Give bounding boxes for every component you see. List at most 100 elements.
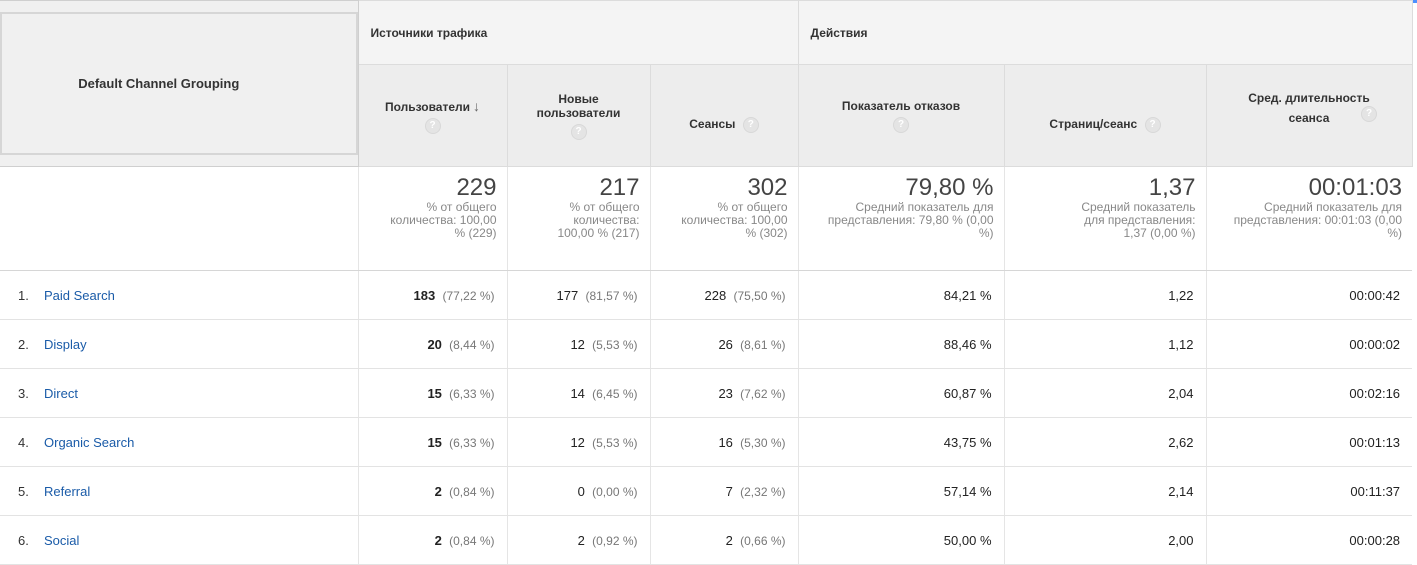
channel-link[interactable]: Organic Search: [44, 435, 134, 450]
sessions-percent: (7,62 %): [740, 386, 786, 401]
bounce-rate-cell: 84,21 %: [797, 270, 1004, 320]
table-row: 2. Display 20 (8,44 %) 12 (5,53 %) 26 (8,61 …: [0, 319, 1413, 369]
sessions-percent: (0,66 %): [740, 533, 786, 548]
help-icon[interactable]: ?: [893, 116, 909, 133]
users-cell: 15 (6,33 %): [357, 417, 507, 467]
report-table: Default Channel Grouping Источники трафи…: [0, 0, 1413, 565]
new-users-value: 0: [577, 483, 585, 499]
users-value: 20: [427, 336, 442, 352]
metric-header-sessions[interactable]: Сеансы ?: [649, 64, 799, 167]
help-icon[interactable]: ?: [1144, 116, 1161, 133]
pages-per-session-cell: 2,00: [1003, 515, 1206, 565]
totals-label-cell: [0, 166, 358, 271]
avg-session-duration-cell: 00:00:02: [1205, 319, 1413, 369]
sort-arrow-icon[interactable]: ↓: [473, 98, 480, 114]
group-header-traffic: Источники трафика: [357, 0, 799, 65]
users-percent: (0,84 %): [449, 484, 495, 499]
sessions-value: 2: [725, 532, 733, 548]
row-index: 2.: [18, 336, 29, 352]
table-row: 1. Paid Search 183 (77,22 %) 177 (81,57 %) 2…: [0, 270, 1413, 320]
users-value: 2: [434, 532, 442, 548]
table-row: 3. Direct 15 (6,33 %) 14 (6,45 %) 23 (7,62 %…: [0, 368, 1413, 418]
sessions-value: 23: [718, 385, 733, 401]
avg-session-duration-cell: 00:01:13: [1205, 417, 1413, 467]
avg-session-duration-cell: 00:00:28: [1205, 515, 1413, 565]
avg-session-duration-cell: 00:02:16: [1205, 368, 1413, 418]
metric-header-avg-session-duration[interactable]: Сред. длительность сеанса ?: [1205, 64, 1413, 167]
row-index: 3.: [18, 385, 29, 401]
totals-new-users: 217% от общего количества: 100,00 % (217…: [506, 166, 650, 271]
sessions-percent: (2,32 %): [740, 484, 786, 499]
users-percent: (77,22 %): [442, 288, 495, 303]
bounce-rate-cell: 88,46 %: [797, 319, 1004, 369]
channel-cell: 1. Paid Search: [0, 270, 358, 320]
metric-header-new-users[interactable]: Новые пользователи ?: [506, 64, 651, 167]
users-value: 2: [434, 483, 442, 499]
metric-header-bounce-rate[interactable]: Показатель отказов ?: [797, 64, 1005, 167]
metric-header-label: Сред. длительность сеанса: [1248, 90, 1370, 125]
users-value: 15: [427, 385, 442, 401]
users-percent: (6,33 %): [449, 435, 495, 450]
sessions-value: 228: [704, 287, 727, 303]
sessions-cell: 228 (75,50 %): [649, 270, 798, 320]
channel-cell: 6. Social: [0, 515, 358, 565]
metric-header-pages-per-session[interactable]: Страниц/сеанс ?: [1003, 64, 1207, 167]
bounce-rate-cell: 57,14 %: [797, 466, 1004, 516]
row-index: 4.: [18, 434, 29, 450]
sessions-value: 7: [725, 483, 733, 499]
channel-link[interactable]: Paid Search: [44, 288, 115, 303]
bounce-rate-cell: 50,00 %: [797, 515, 1004, 565]
channel-link[interactable]: Social: [44, 533, 79, 548]
sessions-cell: 16 (5,30 %): [649, 417, 798, 467]
table-row: 5. Referral 2 (0,84 %) 0 (0,00 %) 7 (2,32 %)…: [0, 466, 1413, 516]
new-users-percent: (81,57 %): [585, 288, 638, 303]
help-icon[interactable]: ?: [570, 123, 587, 140]
metric-header-label: Показатель отказов: [841, 98, 961, 113]
totals-avg-session-duration: 00:01:03 Средний показатель для представл…: [1205, 166, 1413, 271]
channel-link[interactable]: Referral: [44, 484, 90, 499]
row-index: 5.: [18, 483, 29, 499]
new-users-cell: 2 (0,92 %): [506, 515, 650, 565]
metric-header-users[interactable]: Пользователи ↓ ?: [357, 64, 508, 167]
help-icon[interactable]: ?: [742, 116, 759, 133]
channel-link[interactable]: Direct: [44, 386, 78, 401]
channel-cell: 2. Display: [0, 319, 358, 369]
totals-row: 229% от общего количества: 100,00 % (229…: [0, 166, 1413, 271]
group-header-actions: Действия: [797, 0, 1413, 65]
new-users-percent: (5,53 %): [592, 337, 638, 352]
bounce-rate-cell: 43,75 %: [797, 417, 1004, 467]
users-percent: (0,84 %): [449, 533, 495, 548]
metric-header-label: Сеансы: [689, 116, 736, 131]
row-index: 1.: [18, 287, 29, 303]
sessions-cell: 7 (2,32 %): [649, 466, 798, 516]
channel-cell: 3. Direct: [0, 368, 358, 418]
sessions-percent: (5,30 %): [740, 435, 786, 450]
help-icon[interactable]: ?: [1361, 105, 1378, 122]
users-value: 15: [427, 434, 442, 450]
users-cell: 183 (77,22 %): [357, 270, 507, 320]
new-users-cell: 0 (0,00 %): [506, 466, 650, 516]
table-row: 4. Organic Search 15 (6,33 %) 12 (5,53 %) 16…: [0, 417, 1413, 467]
users-cell: 15 (6,33 %): [357, 368, 507, 418]
new-users-cell: 12 (5,53 %): [506, 319, 650, 369]
new-users-value: 177: [556, 287, 579, 303]
channel-link[interactable]: Display: [44, 337, 87, 352]
sessions-value: 26: [718, 336, 733, 352]
new-users-cell: 14 (6,45 %): [506, 368, 650, 418]
pages-per-session-cell: 1,12: [1003, 319, 1206, 369]
avg-session-duration-cell: 00:11:37: [1205, 466, 1413, 516]
users-cell: 20 (8,44 %): [357, 319, 507, 369]
totals-bounce-rate: 79,80 % Средний показатель для представле…: [797, 166, 1004, 271]
new-users-percent: (5,53 %): [592, 435, 638, 450]
users-percent: (8,44 %): [449, 337, 495, 352]
users-percent: (6,33 %): [449, 386, 495, 401]
channel-cell: 4. Organic Search: [0, 417, 358, 467]
help-icon[interactable]: ?: [424, 117, 441, 134]
pages-per-session-cell: 2,14: [1003, 466, 1206, 516]
dimension-header-label: Default Channel Grouping: [78, 76, 240, 91]
dimension-header[interactable]: Default Channel Grouping: [0, 0, 359, 167]
metric-header-label: Пользователи: [384, 99, 471, 114]
totals-pages-per-session: 1,37 Средний показатель для представления…: [1003, 166, 1206, 271]
sessions-value: 16: [718, 434, 733, 450]
sessions-percent: (75,50 %): [733, 288, 786, 303]
